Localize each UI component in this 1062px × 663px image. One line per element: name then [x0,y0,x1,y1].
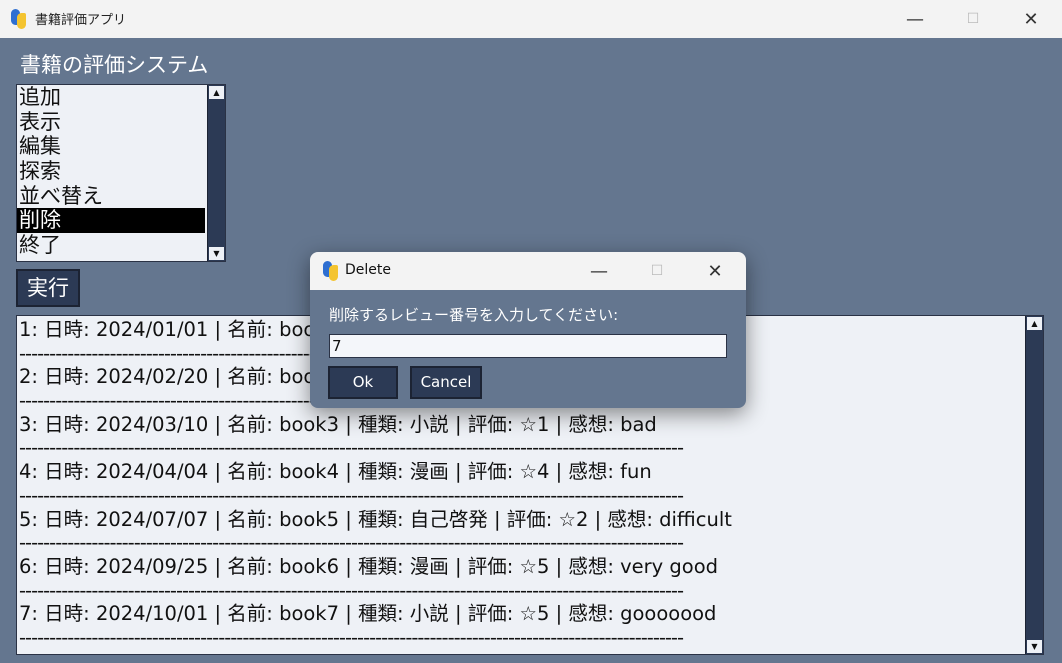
menu-item[interactable]: 編集 [17,134,205,159]
menu-scrollbar[interactable]: ▲ ▼ [207,85,225,261]
app-icon [321,261,341,281]
review-number-input[interactable]: 7 [329,334,727,358]
separator-line: ----------------------------------------… [19,483,684,507]
window-title: 書籍評価アプリ [35,13,127,28]
dialog-close-button[interactable]: ✕ [686,252,744,290]
menu-item[interactable]: 並べ替え [17,184,205,209]
page-title: 書籍の評価システム [20,53,209,77]
review-line: 5: 日時: 2024/07/07 | 名前: book5 | 種類: 自己啓発… [19,507,732,531]
scroll-up-icon[interactable]: ▲ [1027,317,1042,330]
scroll-up-icon[interactable]: ▲ [209,86,224,99]
dialog-title: Delete [345,262,391,278]
separator-line: ----------------------------------------… [19,625,684,649]
review-line: 6: 日時: 2024/09/25 | 名前: book6 | 種類: 漫画 |… [19,554,719,578]
dialog-maximize-button[interactable]: ☐ [628,252,686,290]
review-line: 3: 日時: 2024/03/10 | 名前: book3 | 種類: 小説 |… [19,412,657,436]
menu-item[interactable]: 追加 [17,85,205,110]
results-scrollbar[interactable]: ▲ ▼ [1025,316,1043,654]
execute-button[interactable]: 実行 [16,269,80,307]
delete-dialog: Delete — ☐ ✕ 削除するレビュー番号を入力してください: 7 Ok C… [310,252,746,408]
dialog-prompt: 削除するレビュー番号を入力してください: [329,306,619,324]
maximize-button[interactable]: ☐ [944,0,1002,38]
window-titlebar: 書籍評価アプリ — ☐ ✕ [0,0,1062,38]
minimize-button[interactable]: — [886,0,944,38]
separator-line: ----------------------------------------… [19,436,684,460]
separator-line: ----------------------------------------… [19,531,684,555]
app-icon [9,9,29,29]
dialog-titlebar: Delete — ☐ ✕ [310,252,746,290]
scroll-down-icon[interactable]: ▼ [209,247,224,260]
ok-button[interactable]: Ok [328,366,398,399]
menu-item[interactable]: 表示 [17,110,205,135]
scroll-down-icon[interactable]: ▼ [1027,640,1042,653]
separator-line: ----------------------------------------… [19,578,684,602]
dialog-minimize-button[interactable]: — [570,252,628,290]
cancel-button[interactable]: Cancel [410,366,482,399]
menu-item[interactable]: 終了 [17,233,205,258]
menu-listbox[interactable]: 追加 表示 編集 探索 並べ替え 削除 終了 ▲ ▼ [16,84,226,262]
review-line: 4: 日時: 2024/04/04 | 名前: book4 | 種類: 漫画 |… [19,460,652,484]
close-button[interactable]: ✕ [1002,0,1060,38]
menu-item[interactable]: 探索 [17,159,205,184]
review-line: 7: 日時: 2024/10/01 | 名前: book7 | 種類: 小説 |… [19,602,717,626]
menu-item[interactable]: 削除 [17,208,205,234]
menu-items: 追加 表示 編集 探索 並べ替え 削除 終了 [17,85,225,258]
